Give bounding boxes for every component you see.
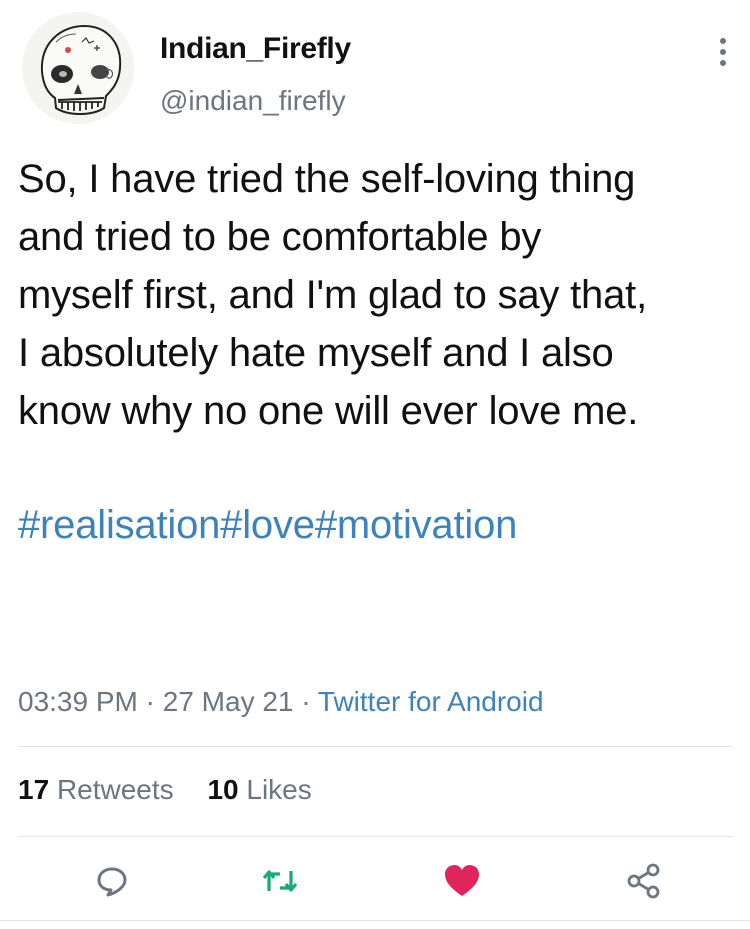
- tweet-line: know why no one will ever love me.: [18, 389, 639, 433]
- tweet-stats: 17 Retweets 10 Likes: [18, 774, 338, 806]
- share-button[interactable]: [619, 856, 669, 906]
- tweet-meta: 03:39 PM · 27 May 21 · Twitter for Andro…: [18, 686, 544, 718]
- retweet-button[interactable]: [255, 856, 305, 906]
- tweet-time: 03:39 PM: [18, 686, 138, 717]
- retweets-count: 17: [18, 774, 50, 805]
- meta-separator: ·: [293, 686, 318, 717]
- skull-avatar-icon: [22, 12, 134, 124]
- display-name[interactable]: Indian_Firefly: [160, 32, 351, 66]
- tweet-card: Indian_Firefly @indian_firefly So, I hav…: [0, 0, 750, 929]
- meta-separator: ·: [137, 686, 163, 717]
- hashtag-motivation[interactable]: #motivation: [315, 503, 518, 547]
- tweet-line: and tried to be comfortable by: [18, 215, 542, 259]
- likes-count: 10: [207, 774, 239, 805]
- divider: [18, 746, 732, 747]
- heart-icon: [445, 865, 479, 896]
- comment-icon: [97, 867, 127, 897]
- hashtag-realisation[interactable]: #realisation: [18, 503, 220, 547]
- avatar[interactable]: [22, 12, 134, 124]
- tweet-line: So, I have tried the self-loving thing: [18, 157, 636, 201]
- hashtags: #realisation#love#motivation: [18, 496, 517, 554]
- share-icon: [627, 863, 660, 899]
- tweet-date: 27 May 21: [162, 686, 294, 717]
- retweet-icon: [262, 870, 298, 892]
- likes-label: Likes: [246, 774, 312, 805]
- tweet-line: I absolutely hate myself and I also: [18, 331, 614, 375]
- tweet-line: myself first, and I'm glad to say that,: [18, 273, 647, 317]
- divider: [0, 920, 750, 921]
- tweet-body: So, I have tried the self-loving thing a…: [18, 150, 733, 440]
- likes-stat[interactable]: 10 Likes: [207, 774, 311, 805]
- action-bar: [0, 856, 750, 906]
- user-handle[interactable]: @indian_firefly: [160, 85, 346, 117]
- reply-button[interactable]: [87, 856, 137, 906]
- more-options-icon[interactable]: [716, 36, 730, 68]
- divider: [18, 836, 732, 837]
- hashtag-love[interactable]: #love: [220, 503, 315, 547]
- like-button[interactable]: [437, 856, 487, 906]
- retweets-stat[interactable]: 17 Retweets: [18, 774, 174, 805]
- retweets-label: Retweets: [56, 774, 174, 805]
- tweet-source-link[interactable]: Twitter for Android: [318, 686, 544, 717]
